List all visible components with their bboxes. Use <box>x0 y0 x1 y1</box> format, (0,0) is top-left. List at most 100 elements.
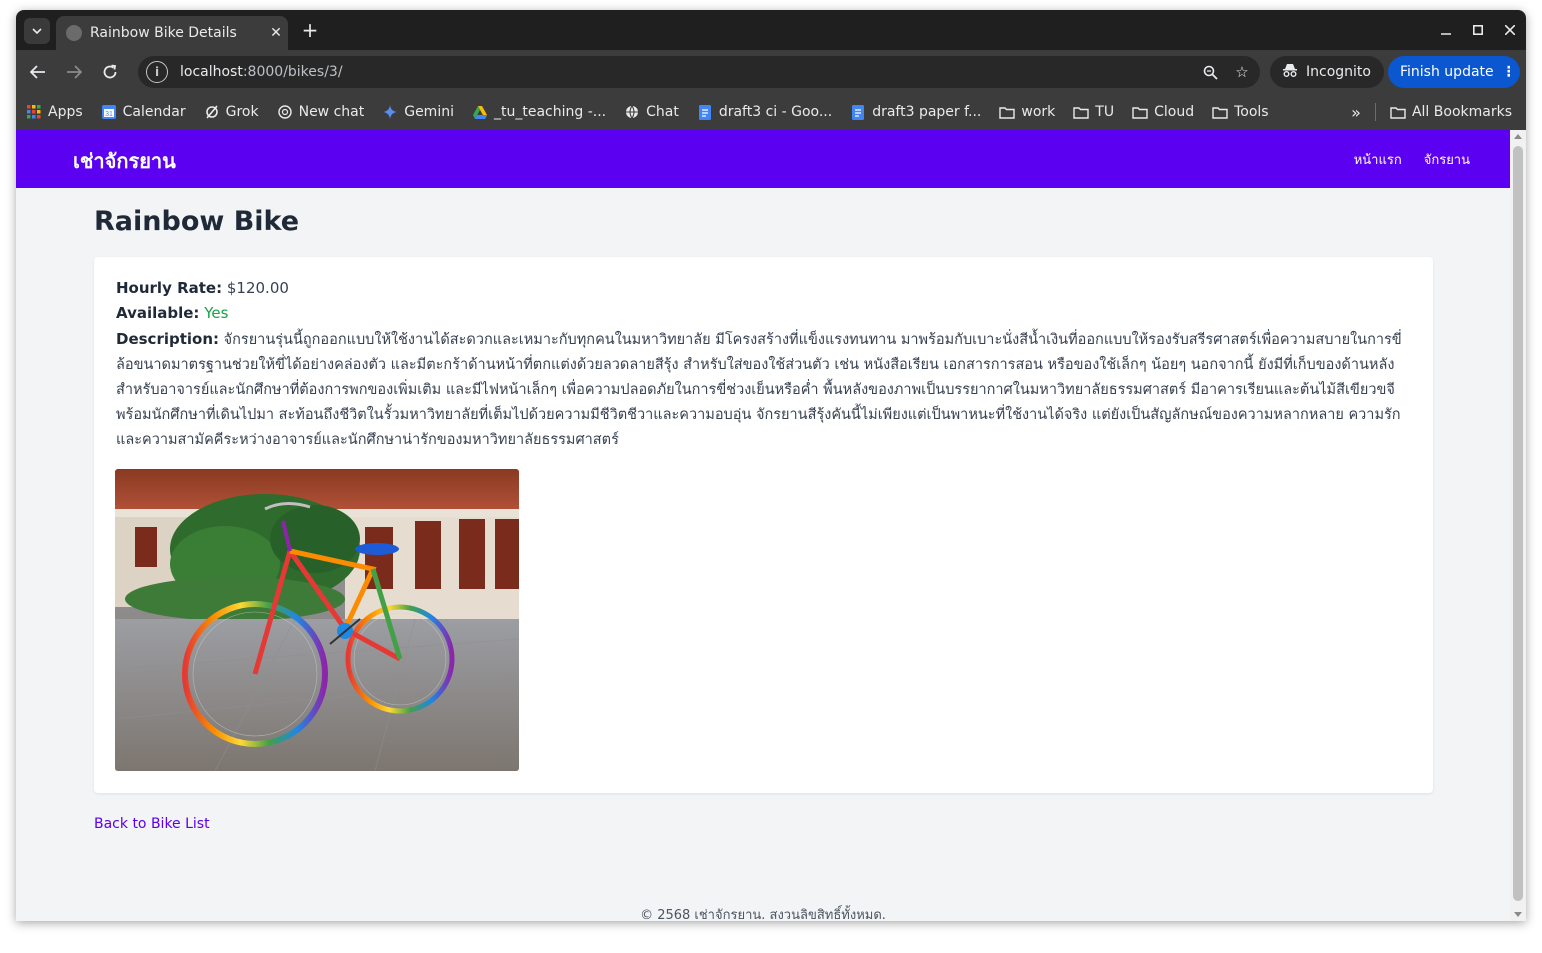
tab-search-button[interactable] <box>24 18 50 44</box>
bookmark-label: Chat <box>646 104 679 120</box>
site-brand[interactable]: เช่าจักรยาน <box>73 145 176 177</box>
available-label: Available: <box>116 304 200 322</box>
bookmark-item[interactable]: Apps <box>26 104 83 120</box>
apps-grid-icon <box>26 104 42 120</box>
nav-link-home[interactable]: หน้าแรก <box>1354 149 1402 170</box>
tab-strip: Rainbow Bike Details ✕ + <box>16 10 1526 50</box>
hourly-rate-label: Hourly Rate: <box>116 279 223 297</box>
bike-detail-card: Hourly Rate: $120.00 Available: Yes Desc… <box>94 257 1433 793</box>
site-info-icon[interactable]: i <box>146 61 168 83</box>
bookmark-item[interactable]: Chat <box>624 104 679 120</box>
browser-window: Rainbow Bike Details ✕ + i localhost:800… <box>16 10 1526 921</box>
folder-icon <box>1073 104 1089 120</box>
folder-icon <box>1132 104 1148 120</box>
docs-icon <box>850 104 866 120</box>
reload-icon[interactable] <box>97 59 123 85</box>
close-window-icon[interactable] <box>1494 14 1526 46</box>
bookmark-label: Tools <box>1234 104 1269 120</box>
bookmark-label: Cloud <box>1154 104 1195 120</box>
site-navbar: เช่าจักรยาน หน้าแรก จักรยาน <box>16 130 1510 188</box>
bookmark-item[interactable]: Cloud <box>1132 104 1194 120</box>
all-bookmarks[interactable]: All Bookmarks <box>1412 104 1512 120</box>
bookmark-star-icon[interactable]: ☆ <box>1228 58 1256 86</box>
bookmark-label: _tu_teaching -... <box>493 104 607 120</box>
chatgpt-icon <box>277 104 293 120</box>
bookmarks-bar: Apps 31 Calendar Grok New chat Gemini _tu_teac… <box>16 94 1526 130</box>
bookmark-item[interactable]: Tools <box>1212 104 1269 120</box>
finish-update-button[interactable]: Finish update ⋮ <box>1388 56 1520 88</box>
bookmark-label: New chat <box>298 104 365 120</box>
available-value: Yes <box>204 304 229 322</box>
bookmark-label: Apps <box>48 104 83 120</box>
minimize-icon[interactable] <box>1430 14 1462 46</box>
back-to-list-link[interactable]: Back to Bike List <box>94 816 210 832</box>
bookmark-item[interactable]: draft3 paper f... <box>850 104 981 120</box>
bookmarks-overflow-button[interactable]: » <box>1351 103 1361 122</box>
bookmark-label: work <box>1021 104 1056 120</box>
folder-icon <box>1212 104 1228 120</box>
incognito-icon <box>1282 63 1298 81</box>
globe-icon <box>66 25 82 41</box>
folder-icon <box>1390 104 1406 120</box>
scroll-down-arrow-icon[interactable] <box>1514 912 1522 917</box>
page-viewport: เช่าจักรยาน หน้าแรก จักรยาน Rainbow Bike… <box>16 130 1510 921</box>
nav-link-bikes[interactable]: จักรยาน <box>1424 149 1470 170</box>
tab-title: Rainbow Bike Details <box>90 25 237 41</box>
bookmark-label: draft3 ci - Goo... <box>718 104 833 120</box>
description-row: Description: จักรยานรุ่นนี้ถูกออกแบบให้ใ… <box>116 327 1414 453</box>
incognito-label: Incognito <box>1306 64 1371 80</box>
bookmark-item[interactable]: work <box>999 104 1055 120</box>
finish-update-label: Finish update <box>1400 64 1494 80</box>
divider <box>1374 103 1376 121</box>
site-nav-links: หน้าแรก จักรยาน <box>1332 149 1470 170</box>
incognito-badge[interactable]: Incognito <box>1270 56 1384 88</box>
url-text[interactable]: localhost:8000/bikes/3/ <box>180 64 1196 80</box>
svg-text:31: 31 <box>105 111 113 118</box>
maximize-icon[interactable] <box>1462 14 1494 46</box>
page-scrollbar[interactable] <box>1510 130 1526 921</box>
url-host: localhost <box>180 64 243 80</box>
bookmark-item[interactable]: 31 Calendar <box>101 104 186 120</box>
tab-active[interactable]: Rainbow Bike Details ✕ <box>56 16 288 50</box>
hourly-rate-value: $120.00 <box>226 279 289 297</box>
bookmark-label: TU <box>1095 104 1115 120</box>
folder-icon <box>999 104 1016 120</box>
chevron-down-icon <box>32 28 42 34</box>
bookmark-item[interactable]: TU <box>1073 104 1114 120</box>
hourly-rate-row: Hourly Rate: $120.00 <box>116 279 289 297</box>
close-tab-icon[interactable]: ✕ <box>264 25 288 41</box>
url-path: :8000/bikes/3/ <box>242 64 343 80</box>
drive-icon <box>472 104 488 120</box>
zoom-icon[interactable] <box>1196 58 1224 86</box>
back-icon[interactable] <box>25 59 51 85</box>
browser-toolbar: i localhost:8000/bikes/3/ ☆ Incognito Fi… <box>16 50 1526 94</box>
description-label: Description: <box>116 330 220 348</box>
bookmark-label: Grok <box>225 104 259 120</box>
more-menu-icon[interactable]: ⋮ <box>1502 64 1516 80</box>
globe-icon <box>624 104 640 120</box>
site-footer: © 2568 เช่าจักรยาน. สงวนลิขสิทธิ์ทั้งหมด… <box>640 908 886 921</box>
address-bar[interactable]: i localhost:8000/bikes/3/ ☆ <box>138 56 1260 88</box>
gemini-icon <box>382 104 398 120</box>
available-row: Available: Yes <box>116 304 228 322</box>
bike-photo <box>115 469 519 771</box>
bookmark-item[interactable]: New chat <box>277 104 365 120</box>
new-tab-button[interactable]: + <box>298 19 322 43</box>
bookmark-item[interactable]: draft3 ci - Goo... <box>697 104 832 120</box>
bookmark-item[interactable]: Gemini <box>382 104 454 120</box>
bookmarks-right: » All Bookmarks <box>1351 94 1512 130</box>
window-controls <box>1430 10 1526 50</box>
bookmark-item[interactable]: _tu_teaching -... <box>472 104 606 120</box>
description-text: จักรยานรุ่นนี้ถูกออกแบบให้ใช้งานได้สะดวก… <box>116 332 1402 448</box>
docs-icon <box>697 104 713 120</box>
scroll-thumb[interactable] <box>1513 146 1523 901</box>
page-title: Rainbow Bike <box>94 206 300 237</box>
bookmark-item[interactable]: Grok <box>204 104 259 120</box>
scroll-up-arrow-icon[interactable] <box>1514 134 1522 139</box>
bookmark-label: Gemini <box>404 104 454 120</box>
bookmark-label: Calendar <box>122 104 186 120</box>
bookmark-label: draft3 paper f... <box>872 104 982 120</box>
grok-icon <box>204 104 220 120</box>
calendar-icon: 31 <box>101 104 117 120</box>
forward-icon[interactable] <box>61 59 87 85</box>
